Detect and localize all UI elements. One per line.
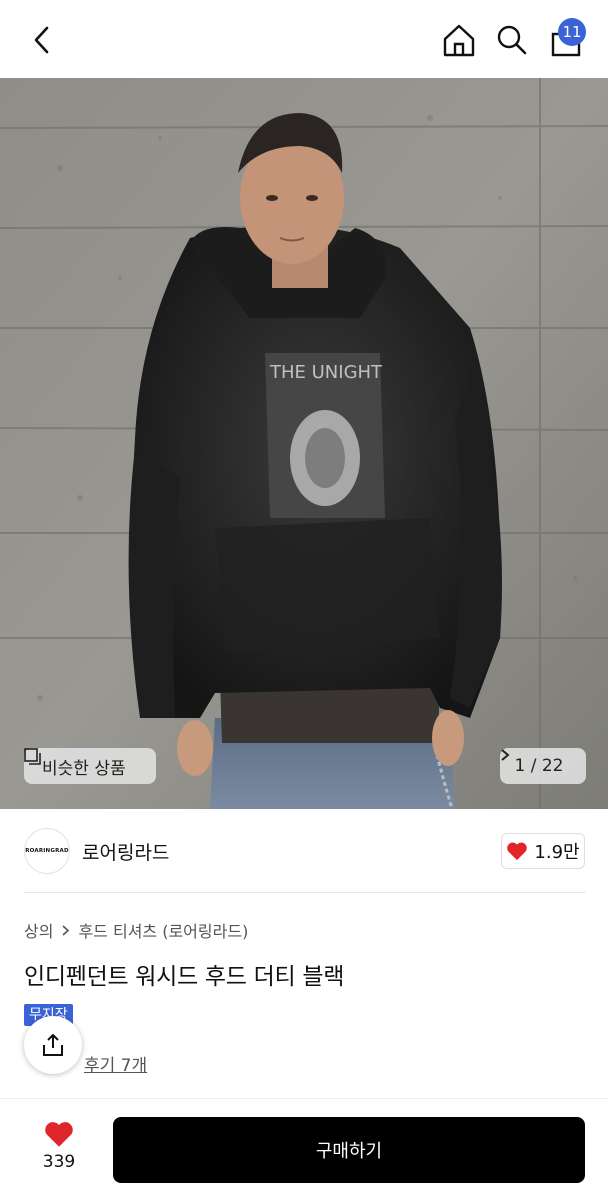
seller-name[interactable]: 로어링라드 — [82, 838, 169, 865]
product-image-carousel[interactable]: THE UNIGHT 비슷한 상품 1 / 22 — [0, 78, 608, 809]
divider — [0, 1098, 608, 1099]
heart-icon — [506, 841, 528, 861]
similar-products-label: 비슷한 상품 — [42, 758, 126, 779]
chevron-right-icon — [61, 924, 70, 937]
cart-count-badge: 11 — [558, 18, 586, 46]
wishlist-count: 339 — [42, 1152, 76, 1172]
print-graphic-text: THE UNIGHT — [269, 362, 383, 383]
share-icon — [43, 1034, 63, 1056]
breadcrumb-category[interactable]: 상의 — [24, 918, 53, 942]
top-navigation-bar: 11 — [0, 0, 608, 78]
review-link[interactable]: 후기 7개 — [84, 1051, 147, 1076]
breadcrumb-subcategory[interactable]: 후드 티셔츠 (로어링라드) — [78, 918, 248, 942]
image-counter-text: 1 / 22 — [514, 756, 564, 776]
wishlist-button[interactable]: 339 — [24, 1120, 94, 1180]
seller-row[interactable]: ROARINGRAD 로어링라드 1.9만 — [0, 809, 608, 891]
product-title: 인디펜던트 워시드 후드 더티 블랙 — [24, 964, 345, 990]
search-icon — [497, 25, 527, 55]
back-arrow-icon — [34, 26, 49, 54]
seller-logo[interactable]: ROARINGRAD — [24, 828, 70, 874]
home-icon — [443, 24, 475, 57]
seller-logo-text: ROARINGRAD — [25, 848, 69, 854]
search-button[interactable] — [492, 20, 532, 60]
buy-button[interactable]: 구매하기 — [113, 1117, 585, 1183]
product-photo: THE UNIGHT — [0, 78, 608, 809]
home-button[interactable] — [438, 20, 480, 60]
share-button[interactable] — [24, 1016, 82, 1074]
seller-like-button[interactable]: 1.9만 — [501, 833, 585, 869]
similar-products-button[interactable]: 비슷한 상품 — [24, 748, 156, 784]
heart-icon — [45, 1122, 73, 1147]
image-counter-button[interactable]: 1 / 22 — [500, 748, 586, 784]
divider — [24, 892, 586, 893]
breadcrumb: 상의 후드 티셔츠 (로어링라드) — [24, 918, 248, 942]
seller-like-count: 1.9만 — [534, 842, 580, 863]
back-button[interactable] — [24, 22, 60, 58]
